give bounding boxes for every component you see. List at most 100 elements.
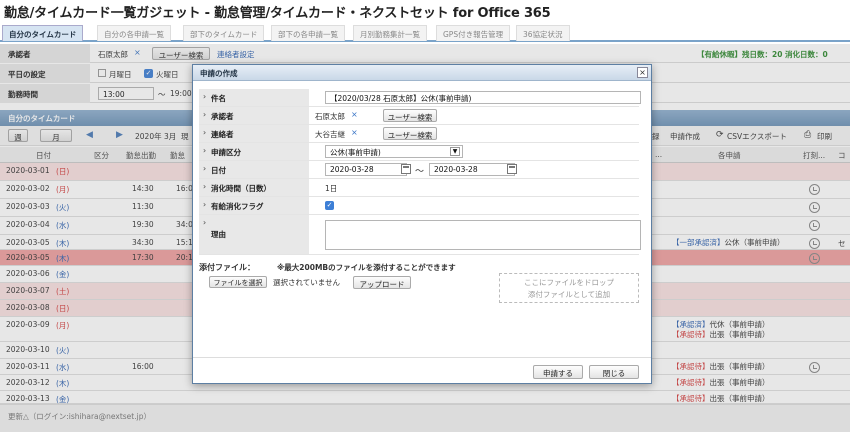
dialog-divider xyxy=(193,357,651,358)
category-row: 申請区分 公休(事前申請) ▼ xyxy=(199,143,639,161)
subject-row: 件名 【2020/03/28 石原太郎】公休(事前申請) xyxy=(199,89,641,107)
approver-dialog-row: 承認者 石原太郎 × ユーザー検索 xyxy=(199,107,639,125)
date-cell: 2020-03-12 xyxy=(6,378,50,387)
stamp-clock-icon[interactable] xyxy=(809,184,820,195)
remove-contact-icon[interactable]: × xyxy=(351,128,358,137)
date-cell: 2020-03-03 xyxy=(6,202,50,211)
date-label: 日付 xyxy=(199,161,309,178)
contact-user-search-button[interactable]: ユーザー検索 xyxy=(383,127,437,140)
approver-dialog-value: 石原太郎 xyxy=(315,112,345,121)
contact-dialog-value: 大谷吉継 xyxy=(315,130,345,139)
clock-out-cell: 34:0 xyxy=(176,220,193,229)
date-cell: 2020-03-05 xyxy=(6,238,50,247)
period-label: 2020年 3月 xyxy=(135,132,177,141)
request-cell[interactable]: 【承認待】出張（事前申請） xyxy=(672,329,770,340)
clock-in-cell: 16:00 xyxy=(132,362,154,371)
stamp-clock-icon[interactable] xyxy=(809,253,820,264)
clock-in-cell: 17:30 xyxy=(132,253,154,262)
calendar-icon[interactable] xyxy=(507,164,517,174)
request-cell[interactable]: 【承認待】出張（事前申請） xyxy=(672,393,770,404)
consumption-row: 消化時間（日数） 1日 xyxy=(199,179,639,197)
date-cell: 2020-03-01 xyxy=(6,166,50,175)
date-cell: 2020-03-04 xyxy=(6,220,50,229)
paid-leave-summary: 【有給休暇】残日数：20 消化日数：0 xyxy=(697,50,828,59)
hours-end[interactable]: 19:00 xyxy=(170,89,192,98)
choose-file-button[interactable]: ファイルを選択 xyxy=(209,276,267,288)
approver-row: 承認者 石原太郎 × ユーザー検索 連絡者設定 【有給休暇】残日数：20 消化日… xyxy=(0,44,850,63)
consumption-label: 消化時間（日数） xyxy=(199,179,309,196)
tab-36-agreement[interactable]: 36協定状況 xyxy=(516,25,570,41)
date-cell: 2020-03-05 xyxy=(6,253,50,262)
tab-my-timecard[interactable]: 自分のタイムカード xyxy=(2,25,84,41)
approver-value: 石原太郎 xyxy=(98,50,128,59)
paid-flag-checkbox[interactable]: ✓ xyxy=(325,201,334,210)
request-cell[interactable]: 【一部承認済】公休（事前申請） xyxy=(672,237,785,248)
tab-gps-reports[interactable]: GPS付き報告管理 xyxy=(436,25,511,41)
weekday-cell: (月) xyxy=(56,321,70,330)
csv-icon[interactable]: ⟳ xyxy=(716,130,724,140)
remove-approver-icon[interactable]: × xyxy=(134,48,141,57)
approver-user-search-button[interactable]: ユーザー検索 xyxy=(383,109,437,122)
submit-button[interactable]: 申請する xyxy=(533,365,583,379)
tab-subordinate-requests[interactable]: 部下の各申請一覧 xyxy=(271,25,345,41)
stamp-clock-icon[interactable] xyxy=(809,362,820,373)
print-button[interactable]: 印刷 xyxy=(817,131,832,142)
close-button[interactable]: 閉じる xyxy=(589,365,639,379)
date-cell: 2020-03-09 xyxy=(6,320,50,329)
remove-approver-dialog-icon[interactable]: × xyxy=(351,110,358,119)
next-icon[interactable]: ▶ xyxy=(116,130,123,140)
week-button[interactable]: 週 xyxy=(8,129,28,142)
category-label: 申請区分 xyxy=(199,143,309,160)
contact-setting-link[interactable]: 連絡者設定 xyxy=(217,49,255,60)
contact-dialog-label: 連絡者 xyxy=(199,125,309,142)
weekday-cell: (火) xyxy=(56,203,70,212)
clock-in-cell: 34:30 xyxy=(132,238,154,247)
create-request-link[interactable]: 申請作成 xyxy=(670,131,700,142)
weekday-cell: (金) xyxy=(56,270,70,279)
subject-input[interactable]: 【2020/03/28 石原太郎】公休(事前申請) xyxy=(325,91,641,104)
date-cell: 2020-03-06 xyxy=(6,269,50,278)
file-drop-zone[interactable]: ここにファイルをドロップ 添付ファイルとして追加 xyxy=(499,273,639,303)
weekday-cell: (水) xyxy=(56,221,70,230)
month-button[interactable]: 月 xyxy=(40,129,72,142)
approver-label: 承認者 xyxy=(0,44,90,63)
tab-subordinate-timecard[interactable]: 部下のタイムカード xyxy=(183,25,265,41)
approver-dialog-label: 承認者 xyxy=(199,107,309,124)
weekday-cell: (月) xyxy=(56,185,70,194)
paid-flag-row: 有給消化フラグ ✓ xyxy=(199,197,639,215)
csv-export-button[interactable]: CSVエクスポート xyxy=(727,131,787,142)
reason-textarea[interactable] xyxy=(325,220,641,250)
weekday-cell: (日) xyxy=(56,167,70,176)
stamp-clock-icon[interactable] xyxy=(809,238,820,249)
prev-icon[interactable]: ◀ xyxy=(86,130,93,140)
request-cell[interactable]: 【承認待】出張（事前申請） xyxy=(672,361,770,372)
date-to-input[interactable]: 2020-03-28 xyxy=(429,163,515,176)
category-select[interactable]: 公休(事前申請) ▼ xyxy=(325,145,463,158)
attach-note: ※最大200MBのファイルを添付することができます xyxy=(277,263,456,272)
weekday-cell: (水) xyxy=(56,363,70,372)
close-icon[interactable]: × xyxy=(637,67,648,78)
user-search-button-bg[interactable]: ユーザー検索 xyxy=(152,47,210,60)
upload-button[interactable]: アップロード xyxy=(353,276,411,289)
clock-in-cell: 14:30 xyxy=(132,184,154,193)
chevron-down-icon: ▼ xyxy=(450,147,460,156)
date-cell: 2020-03-07 xyxy=(6,286,50,295)
date-from-input[interactable]: 2020-03-28 xyxy=(325,163,407,176)
stamp-clock-icon[interactable] xyxy=(809,220,820,231)
date-cell: 2020-03-13 xyxy=(6,394,50,403)
table-row[interactable]: 2020-03-13 (金) 【承認待】出張（事前申請） xyxy=(0,391,850,404)
request-cell[interactable]: 【承認待】出張（事前申請） xyxy=(672,377,770,388)
date-row: 日付 2020-03-28 ～ 2020-03-28 xyxy=(199,161,639,179)
stamp-clock-icon[interactable] xyxy=(809,202,820,213)
calendar-icon[interactable] xyxy=(401,164,411,174)
weekday-cell: (火) xyxy=(56,346,70,355)
dialog-title: 申請の作成 xyxy=(193,65,651,81)
subject-label: 件名 xyxy=(199,89,309,106)
tuesday-checkbox[interactable]: ✓ xyxy=(144,69,153,78)
hours-start-select[interactable]: 13:00 xyxy=(98,87,154,100)
tab-my-requests[interactable]: 自分の各申請一覧 xyxy=(97,25,171,41)
monday-checkbox[interactable] xyxy=(98,69,106,77)
weekday-cell: (木) xyxy=(56,254,70,263)
printer-icon[interactable]: ⎙ xyxy=(804,130,811,140)
tab-monthly-summary[interactable]: 月別勤務集計一覧 xyxy=(353,25,427,41)
